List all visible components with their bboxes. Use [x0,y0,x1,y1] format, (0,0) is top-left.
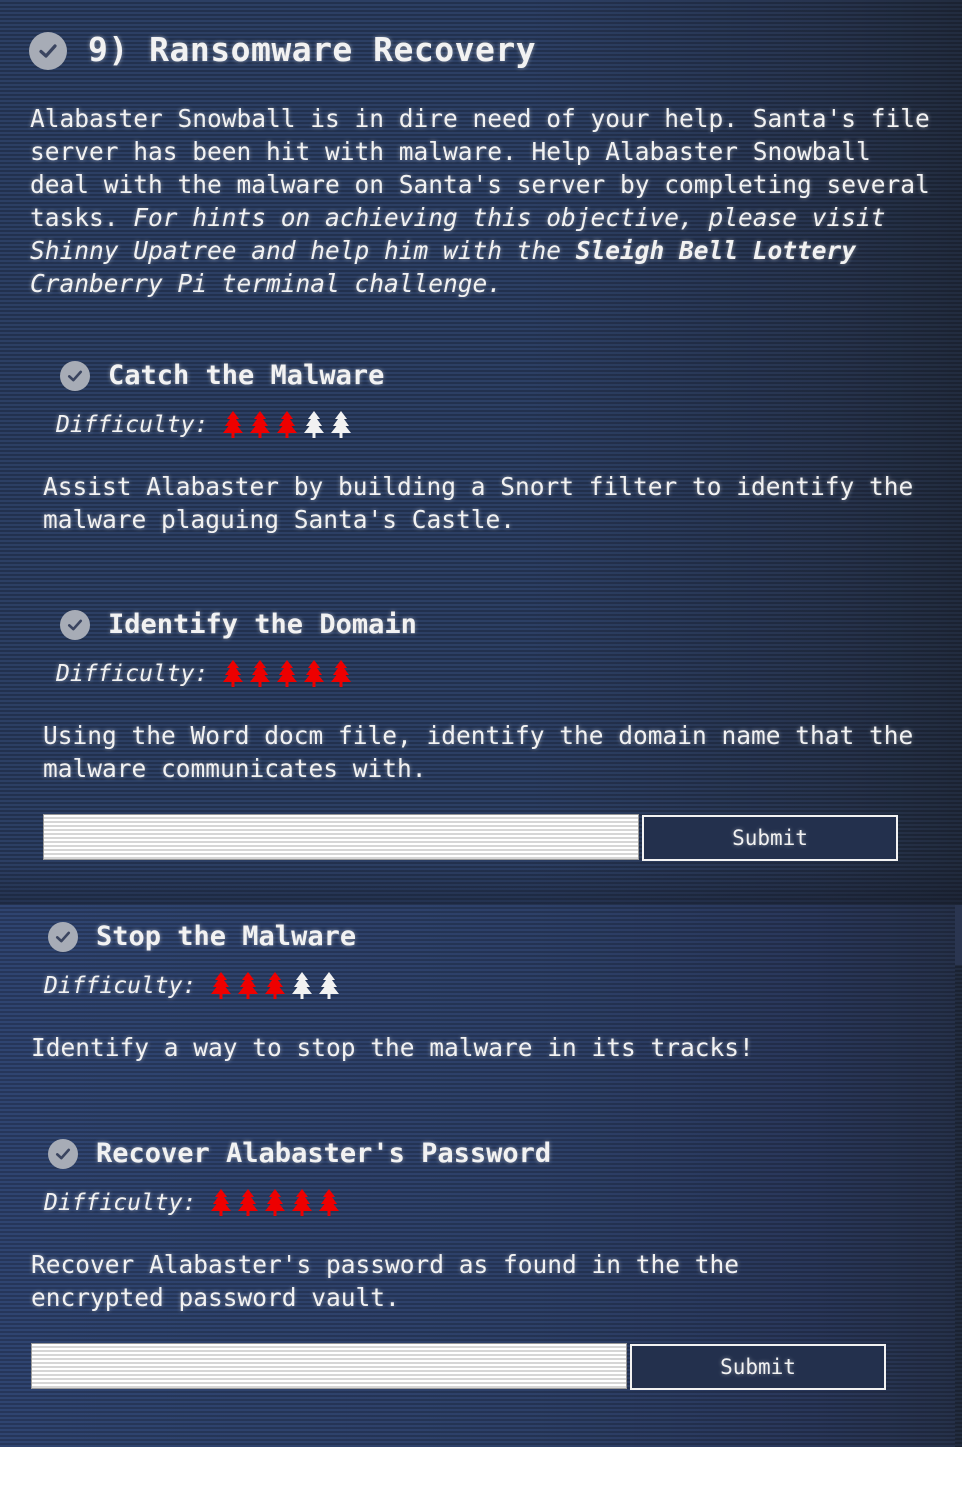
password-answer-input[interactable] [31,1343,627,1389]
task-description: Identify a way to stop the malware in it… [31,1033,754,1062]
tree-filled-icon [211,972,232,999]
task-difficulty: Difficulty: [56,659,354,689]
tree-filled-icon [292,1189,313,1216]
difficulty-rating [220,659,354,689]
task-title: Stop the Malware [96,921,357,952]
task-title: Catch the Malware [108,360,385,391]
difficulty-rating [208,971,342,1001]
tree-filled-icon [319,1189,340,1216]
difficulty-label: Difficulty: [44,1190,197,1216]
task-complete-check-icon [60,361,90,391]
task-complete-check-icon [60,610,90,640]
task-title: Recover Alabaster's Password [96,1138,552,1169]
task-difficulty: Difficulty: [44,971,342,1001]
task-complete-check-icon [48,922,78,952]
scrollbar-thumb[interactable] [955,905,962,965]
difficulty-label: Difficulty: [56,412,209,438]
tree-empty-icon [319,972,340,999]
tree-filled-icon [250,411,271,438]
task-difficulty: Difficulty: [56,410,354,440]
tree-filled-icon [265,1189,286,1216]
task-title: Identify the Domain [108,609,417,640]
objective-description: Alabaster Snowball is in dire need of yo… [30,102,930,300]
objective-number: 9) [88,30,129,69]
tree-filled-icon [238,972,259,999]
tree-filled-icon [238,1189,259,1216]
tree-filled-icon [223,660,244,687]
difficulty-label: Difficulty: [44,973,197,999]
tree-empty-icon [304,411,325,438]
objective-complete-check-icon [29,32,67,70]
tree-filled-icon [277,660,298,687]
difficulty-label: Difficulty: [56,661,209,687]
tree-filled-icon [265,972,286,999]
tree-filled-icon [211,1189,232,1216]
tree-empty-icon [331,411,352,438]
tree-filled-icon [331,660,352,687]
tree-filled-icon [304,660,325,687]
objective-name: Ransomware Recovery [149,30,537,69]
objective-title: 9) Ransomware Recovery [88,30,536,69]
tree-filled-icon [277,411,298,438]
difficulty-rating [220,410,354,440]
task-complete-check-icon [48,1139,78,1169]
difficulty-rating [208,1188,342,1218]
task-description: Assist Alabaster by building a Snort fil… [43,472,914,534]
submit-domain-button[interactable]: Submit [642,815,898,861]
task-difficulty: Difficulty: [44,1188,342,1218]
section-divider [0,860,962,905]
task-description: Using the Word docm file, identify the d… [43,721,914,783]
hint-challenge-name: Sleigh Bell Lottery [575,236,857,265]
tree-empty-icon [292,972,313,999]
tree-filled-icon [250,660,271,687]
submit-password-button[interactable]: Submit [630,1344,886,1390]
tree-filled-icon [223,411,244,438]
domain-answer-input[interactable] [43,814,639,860]
task-description: Recover Alabaster's password as found in… [31,1250,740,1312]
